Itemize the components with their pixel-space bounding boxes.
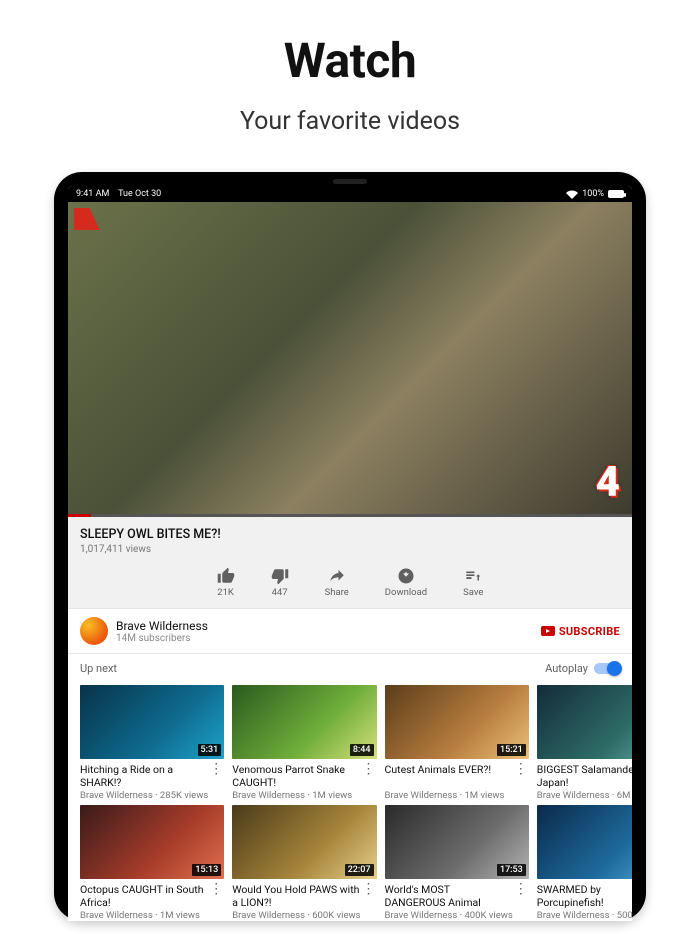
channel-subs: 14M subscribers <box>116 633 208 644</box>
like-count: 21K <box>217 587 234 598</box>
status-bar: 9:41 AM Tue Oct 30 100% <box>68 186 632 202</box>
video-card-title: BIGGEST Salamander in Japan! <box>537 763 632 789</box>
action-bar: 21K 447 Share Download Save <box>68 561 632 608</box>
video-card-meta: Brave Wilderness · 500K views <box>537 910 632 921</box>
share-label: Share <box>325 587 349 598</box>
video-overlay-number: 4 <box>596 458 620 507</box>
video-card-meta: Brave Wilderness · 6M views <box>537 790 632 801</box>
video-card-title: Octopus CAUGHT in South Africa! <box>80 883 208 909</box>
more-options-button[interactable]: ⋮ <box>513 763 529 775</box>
share-icon <box>328 567 346 585</box>
video-duration: 17:53 <box>497 864 526 876</box>
video-card-title: Cutest Animals EVER?! <box>385 763 513 789</box>
dislike-button[interactable]: 447 <box>271 567 289 598</box>
status-left: 9:41 AM Tue Oct 30 <box>76 189 161 199</box>
tablet-frame: 9:41 AM Tue Oct 30 100% 4 SLEEPY OWL BIT… <box>54 172 646 921</box>
video-card-title: Would You Hold PAWS with a LION?! <box>232 883 360 909</box>
hero: Watch Your favorite videos <box>0 0 700 136</box>
video-progress-bar[interactable] <box>68 514 632 517</box>
share-button[interactable]: Share <box>325 567 349 598</box>
video-thumbnail[interactable]: 17:53 <box>385 805 529 879</box>
video-metadata: SLEEPY OWL BITES ME?! 1,017,411 views 21… <box>68 517 632 609</box>
channel-avatar[interactable] <box>80 617 108 645</box>
channel-row[interactable]: Brave Wilderness 14M subscribers SUBSCRI… <box>68 609 632 654</box>
video-thumbnail[interactable]: 22:07 <box>232 805 376 879</box>
autoplay-control: Autoplay <box>545 662 620 675</box>
video-duration: 22:07 <box>345 864 374 876</box>
video-duration: 5:31 <box>198 744 222 756</box>
video-thumbnail[interactable]: 15:13 <box>80 805 224 879</box>
status-time: 9:41 AM <box>76 189 109 199</box>
save-button[interactable]: Save <box>463 567 483 598</box>
video-thumbnail[interactable]: 15:21 <box>385 685 529 759</box>
more-options-button[interactable]: ⋮ <box>208 883 224 895</box>
video-card-title: Venomous Parrot Snake CAUGHT! <box>232 763 360 789</box>
subscribe-button[interactable]: SUBSCRIBE <box>541 625 620 638</box>
video-card: 15:13 Octopus CAUGHT in South Africa!Brav… <box>80 805 224 921</box>
battery-percent: 100% <box>582 189 604 199</box>
video-card: 9:30 SWARMED by Porcupinefish!Brave Wilde… <box>537 805 632 921</box>
save-label: Save <box>463 587 483 598</box>
video-card-title: SWARMED by Porcupinefish! <box>537 883 632 909</box>
video-player[interactable]: 4 <box>68 202 632 517</box>
video-card: 15:21 Cutest Animals EVER?!Brave Wilderne… <box>385 685 529 801</box>
up-next-row: Up next Autoplay <box>68 654 632 681</box>
more-options-button[interactable]: ⋮ <box>361 883 377 895</box>
download-icon <box>397 567 415 585</box>
status-date: Tue Oct 30 <box>118 189 161 199</box>
video-duration: 15:21 <box>497 744 526 756</box>
status-right: 100% <box>566 189 624 199</box>
video-card-title: Hitching a Ride on a SHARK!? <box>80 763 208 789</box>
video-duration: 8:44 <box>350 744 374 756</box>
autoplay-label: Autoplay <box>545 662 588 675</box>
video-card-meta: Brave Wilderness · 285K views <box>80 790 208 801</box>
hero-subtitle: Your favorite videos <box>0 107 700 136</box>
download-button[interactable]: Download <box>385 567 427 598</box>
channel-name: Brave Wilderness <box>116 619 208 633</box>
video-card: 17:53 World's MOST DANGEROUS Animal Catch… <box>385 805 529 921</box>
video-thumbnail[interactable]: 19:59 <box>537 685 632 759</box>
video-card: 19:59 BIGGEST Salamander in Japan!Brave W… <box>537 685 632 801</box>
subscribe-label: SUBSCRIBE <box>559 625 620 638</box>
video-card: 5:31 Hitching a Ride on a SHARK!?Brave Wi… <box>80 685 224 801</box>
up-next-label: Up next <box>80 662 117 675</box>
video-card-title: World's MOST DANGEROUS Animal Catches! <box>385 883 513 909</box>
video-thumbnail[interactable]: 9:30 <box>537 805 632 879</box>
video-card-meta: Brave Wilderness · 600K views <box>232 910 360 921</box>
channel-watermark-icon <box>74 208 100 230</box>
youtube-icon <box>541 626 555 636</box>
video-views: 1,017,411 views <box>80 544 620 555</box>
video-card: 22:07 Would You Hold PAWS with a LION?!Br… <box>232 805 376 921</box>
video-thumbnail[interactable]: 5:31 <box>80 685 224 759</box>
more-options-button[interactable]: ⋮ <box>208 763 224 775</box>
dislike-count: 447 <box>272 587 288 598</box>
thumbs-down-icon <box>271 567 289 585</box>
more-options-button[interactable]: ⋮ <box>513 883 529 895</box>
save-icon <box>464 567 482 585</box>
battery-icon <box>608 190 624 198</box>
thumbs-up-icon <box>217 567 235 585</box>
video-card-meta: Brave Wilderness · 1M views <box>385 790 513 801</box>
video-duration: 15:13 <box>192 864 221 876</box>
autoplay-toggle[interactable] <box>594 663 620 674</box>
video-card-meta: Brave Wilderness · 400K views <box>385 910 513 921</box>
download-label: Download <box>385 587 427 598</box>
wifi-icon <box>566 190 578 199</box>
like-button[interactable]: 21K <box>217 567 235 598</box>
video-thumbnail[interactable]: 8:44 <box>232 685 376 759</box>
video-card-meta: Brave Wilderness · 1M views <box>80 910 208 921</box>
video-title: SLEEPY OWL BITES ME?! <box>80 527 620 542</box>
video-card: 8:44 Venomous Parrot Snake CAUGHT!Brave W… <box>232 685 376 801</box>
suggestion-grid: 5:31Hitching a Ride on a SHARK!?Brave Wi… <box>68 681 632 921</box>
video-card-meta: Brave Wilderness · 1M views <box>232 790 360 801</box>
more-options-button[interactable]: ⋮ <box>361 763 377 775</box>
hero-title: Watch <box>0 32 700 89</box>
tablet-screen: 9:41 AM Tue Oct 30 100% 4 SLEEPY OWL BIT… <box>68 186 632 921</box>
